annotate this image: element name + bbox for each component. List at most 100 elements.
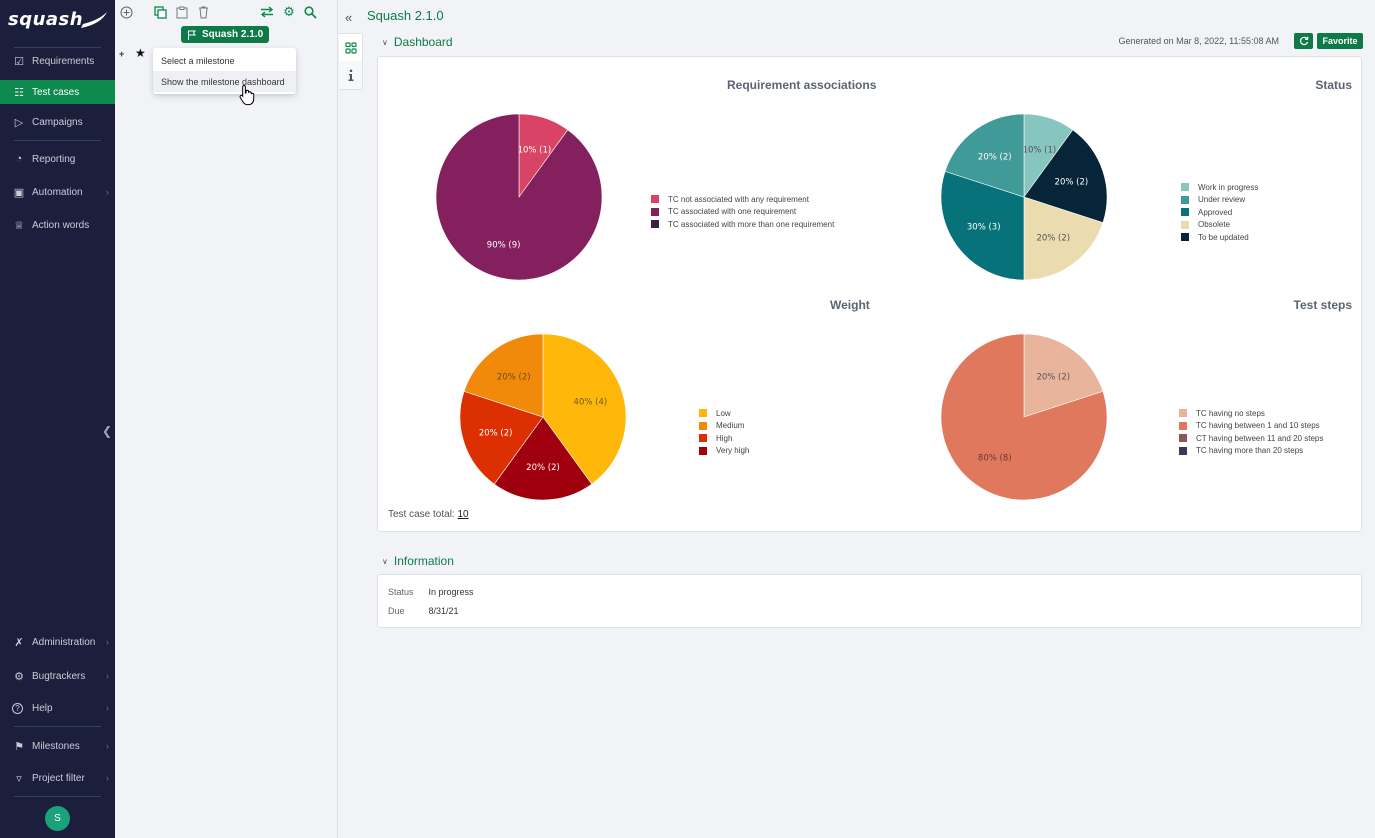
dashboard-section-header[interactable]: ∨ Dashboard <box>382 35 453 49</box>
view-tabs <box>339 33 363 90</box>
nav-item-milestones[interactable]: ⚑ Milestones › <box>0 734 115 758</box>
legend-swatch <box>699 421 707 430</box>
legend-label: TC having no steps <box>1196 408 1265 418</box>
pie-data-label: 20% (2) <box>497 373 531 383</box>
nav-item-help[interactable]: ? Help › <box>0 696 115 720</box>
requirements-icon: ☑ <box>14 55 24 68</box>
info-row-due: Due 8/31/21 <box>388 606 459 616</box>
logo-text: squash <box>8 8 84 30</box>
legend-item[interactable]: TC having between 1 and 10 steps <box>1179 420 1323 433</box>
nav-item-bugtrackers[interactable]: ⚙ Bugtrackers › <box>0 664 115 688</box>
legend-item[interactable]: Obsolete <box>1181 219 1258 232</box>
user-avatar[interactable]: S <box>45 806 70 831</box>
chevron-down-icon: ∨ <box>382 556 388 566</box>
legend-swatch <box>699 446 707 455</box>
delete-icon[interactable] <box>195 4 211 20</box>
pie-data-label: 80% (8) <box>978 453 1012 463</box>
test-case-total-link[interactable]: 10 <box>457 509 468 520</box>
information-card: Status In progress Due 8/31/21 <box>377 574 1362 628</box>
legend-item[interactable]: TC associated with one requirement <box>651 206 834 219</box>
legend-item[interactable]: TC associated with more than one require… <box>651 218 834 231</box>
info-value: 8/31/21 <box>428 606 459 616</box>
pie-data-label: 30% (3) <box>967 222 1001 232</box>
legend-label: CT having between 11 and 20 steps <box>1196 433 1324 443</box>
milestone-badge[interactable]: Squash 2.1.0 <box>181 26 270 43</box>
refresh-button[interactable] <box>1294 33 1313 49</box>
legend-item[interactable]: Medium <box>699 420 749 433</box>
legend-item[interactable]: Low <box>699 407 749 420</box>
pie-data-label: 10% (1) <box>1023 146 1057 156</box>
nav-item-campaigns[interactable]: ▷ Campaigns <box>0 110 115 134</box>
nav-item-label: Project filter <box>32 772 85 784</box>
legend-weight: Low Medium High Very high <box>699 407 749 457</box>
expand-node-icon[interactable]: + <box>119 49 124 59</box>
nav-item-label: Milestones <box>32 740 80 752</box>
paste-icon[interactable] <box>174 4 190 20</box>
tab-information[interactable] <box>339 61 362 88</box>
legend-swatch <box>651 207 659 216</box>
nav-item-test-cases[interactable]: ☷ Test cases <box>0 80 115 104</box>
legend-item[interactable]: Under review <box>1181 194 1258 207</box>
nav-item-automation[interactable]: ▣ Automation › <box>0 180 115 204</box>
search-icon[interactable] <box>302 4 318 20</box>
favorite-button[interactable]: Favorite <box>1317 33 1363 49</box>
collapse-tree-icon[interactable]: « <box>345 10 352 25</box>
pie-data-label: 20% (2) <box>1055 178 1089 188</box>
legend-swatch <box>651 220 659 229</box>
action-words-icon: ♕ <box>14 219 24 232</box>
administration-icon: ✗ <box>14 636 24 649</box>
nav-item-label: Action words <box>32 219 90 231</box>
copy-icon[interactable] <box>152 4 168 20</box>
pie-data-label: 20% (2) <box>1036 233 1070 243</box>
favorites-star-icon[interactable]: ★ <box>135 46 146 60</box>
pie-chart-test-steps: 20% (2) 80% (8) <box>940 333 1108 501</box>
legend-item[interactable]: TC not associated with any requirement <box>651 193 834 206</box>
pie-chart-requirement-associations: 10% (1) 90% (9) <box>435 113 603 281</box>
legend-swatch <box>699 434 707 443</box>
refresh-icon <box>1299 36 1308 46</box>
collapse-panel-icon[interactable]: ❮ <box>102 424 112 438</box>
tree-panel: ⚙ Squash 2.1.0 + ★ Select a milestone Sh… <box>115 0 338 838</box>
nav-item-project-filter[interactable]: ▿ Project filter › <box>0 766 115 790</box>
menu-item-select-milestone[interactable]: Select a milestone <box>153 50 296 71</box>
milestone-badge-label: Squash 2.1.0 <box>202 29 264 40</box>
nav-item-label: Administration <box>32 636 96 648</box>
add-icon[interactable] <box>118 4 134 20</box>
legend-swatch <box>1179 409 1187 418</box>
legend-item[interactable]: Approved <box>1181 206 1258 219</box>
pie-chart-status: 10% (1) 20% (2) 20% (2) 30% (3) 20% (2) <box>940 113 1108 281</box>
legend-item[interactable]: High <box>699 432 749 445</box>
menu-item-show-milestone-dashboard[interactable]: Show the milestone dashboard <box>153 71 296 92</box>
settings-gear-icon[interactable]: ⚙ <box>281 4 297 20</box>
legend-swatch <box>1181 183 1189 192</box>
legend-item[interactable]: TC having more than 20 steps <box>1179 445 1323 458</box>
squash-logo[interactable]: squash <box>0 0 115 38</box>
legend-item[interactable]: To be updated <box>1181 231 1258 244</box>
legend-item[interactable]: TC having no steps <box>1179 407 1323 420</box>
pie-slice-tc-associated-with-one-requirement[interactable] <box>435 113 603 281</box>
legend-label: Medium <box>716 421 745 431</box>
legend-item[interactable]: CT having between 11 and 20 steps <box>1179 432 1323 445</box>
bugtrackers-icon: ⚙ <box>14 670 24 683</box>
pie-data-label: 20% (2) <box>526 463 560 473</box>
legend-item[interactable]: Very high <box>699 445 749 458</box>
nav-item-action-words[interactable]: ♕ Action words <box>0 213 115 237</box>
legend-label: To be updated <box>1198 232 1249 242</box>
test-case-total-label: Test case total: <box>388 509 455 520</box>
pie-data-label: 10% (1) <box>518 146 552 156</box>
information-section-header[interactable]: ∨ Information <box>382 554 454 568</box>
transfer-icon[interactable] <box>259 4 275 20</box>
nav-item-reporting[interactable]: ◔ Reporting <box>0 147 115 171</box>
nav-item-administration[interactable]: ✗ Administration › <box>0 630 115 654</box>
chart-title-weight: Weight <box>830 298 870 312</box>
test-cases-icon: ☷ <box>14 86 24 99</box>
tab-dashboard[interactable] <box>339 34 362 61</box>
legend-swatch <box>1179 421 1187 430</box>
nav-item-label: Test cases <box>32 86 80 98</box>
legend-item[interactable]: Work in progress <box>1181 181 1258 194</box>
information-section-label: Information <box>393 554 454 568</box>
nav-divider <box>14 796 101 797</box>
nav-item-requirements[interactable]: ☑ Requirements <box>0 49 115 73</box>
nav-item-label: Bugtrackers <box>32 670 86 682</box>
dashboard-card: Requirement associations Status Weight T… <box>377 56 1362 532</box>
